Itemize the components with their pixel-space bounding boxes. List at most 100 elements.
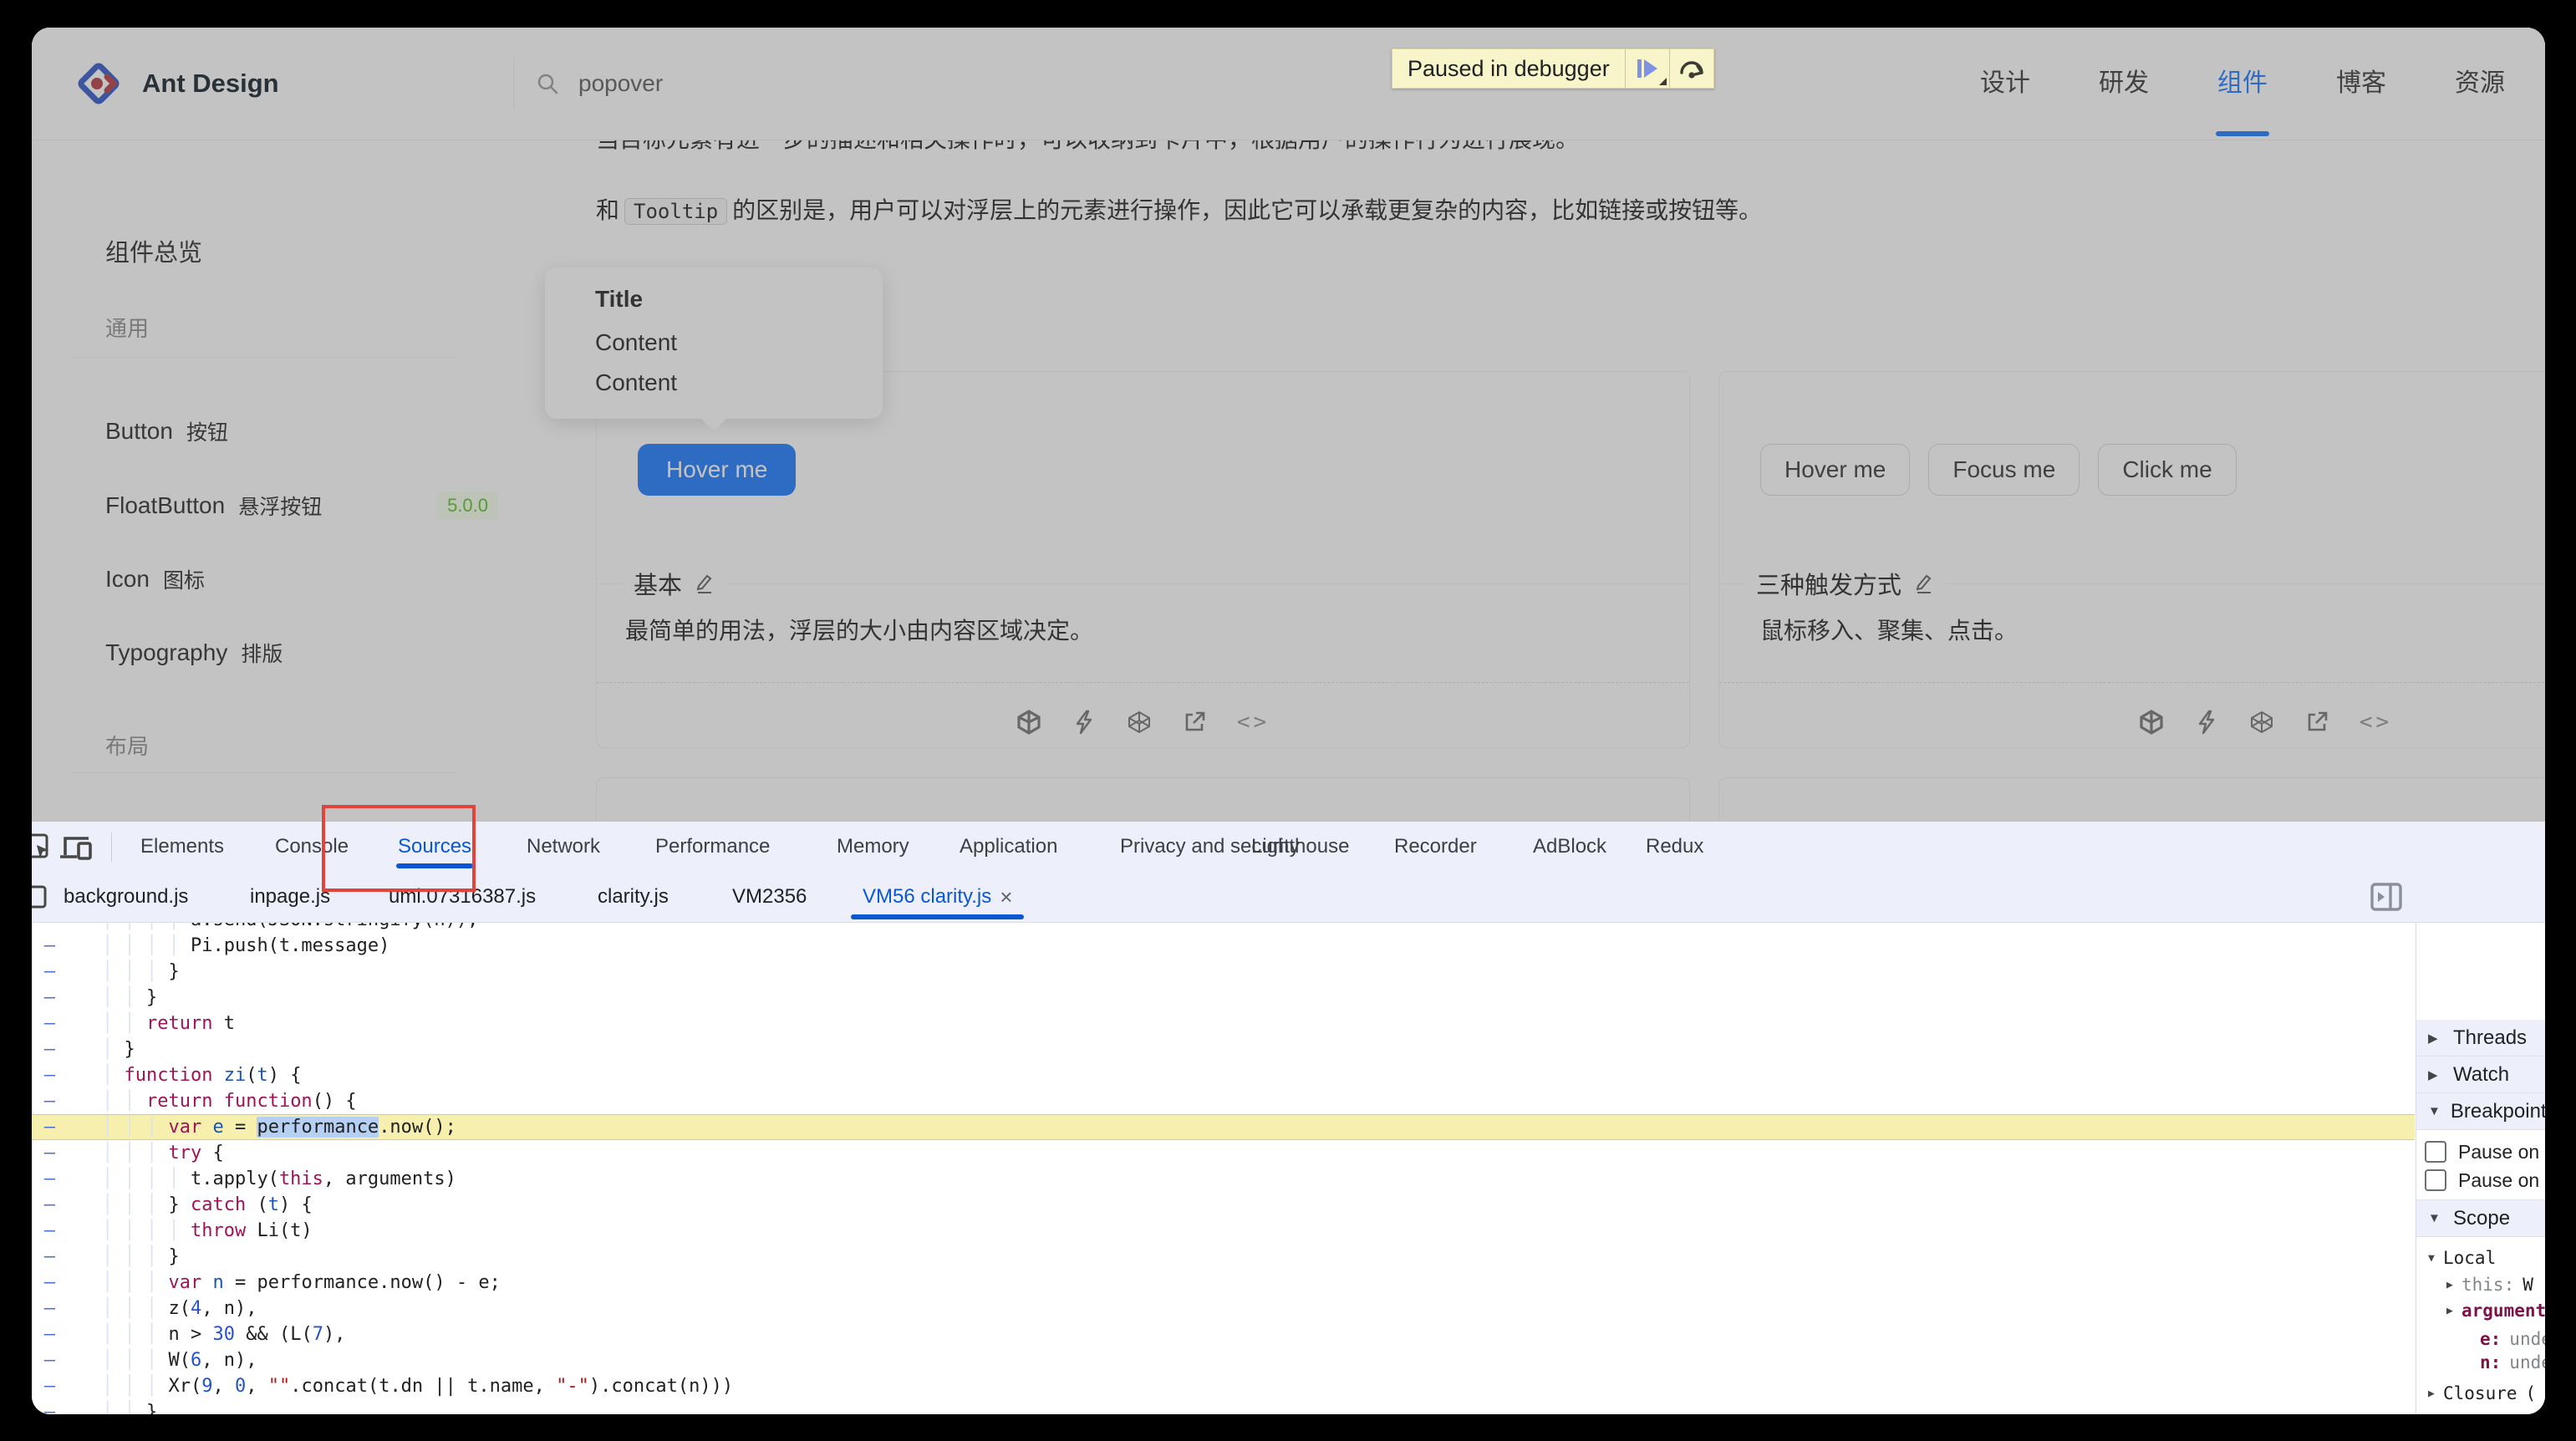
code-line[interactable]: –│ │ │ │ t.apply(this, arguments) [32,1166,2415,1192]
code-line[interactable]: – │ │ │ │ Pi.push(t.message) [32,933,2415,959]
breakpoint-gutter[interactable]: – [32,987,70,1008]
breakpoint-gutter[interactable]: – [32,1324,70,1345]
devtools-tab-adblock[interactable]: AdBlock [1533,822,1606,871]
breakpoint-gutter[interactable]: – [32,1220,70,1241]
source-code-editor[interactable]: –│ │ │ │ a.send(JSON.stringify(n)),–│ │ … [32,922,2415,1414]
code-line[interactable]: – │ │ return function() { [32,1088,2415,1114]
code-line[interactable]: –│ function zi(t) { [32,1062,2415,1088]
debugger-page-dim-overlay [32,28,2545,822]
code-line[interactable]: –│ │ │ n > 30 && (L(7), [32,1321,2415,1347]
scope-variable-value: W [2523,1275,2533,1295]
devtools-tab-performance[interactable]: Performance [655,822,770,871]
indent-guides: │ │ [102,1402,146,1414]
breakpoint-gutter[interactable]: – [32,1065,70,1086]
file-tab-1[interactable]: background.js [64,872,188,921]
resume-script-button[interactable] [1626,49,1669,88]
file-tab-5[interactable]: VM2356 [732,872,807,921]
scope-row-local[interactable]: ▼Local [2428,1245,2496,1271]
code-line[interactable]: –│ │ │ │ throw Li(t) [32,1218,2415,1244]
scope-variable-name: arguments [2461,1301,2545,1321]
inspect-element-icon[interactable] [32,833,52,862]
code-token: n > [168,1324,212,1345]
breakpoint-gutter[interactable]: – [32,1194,70,1215]
file-tab-4[interactable]: clarity.js [598,872,669,921]
code-line[interactable]: –│ │ } [32,985,2415,1011]
devtools-tab-elements[interactable]: Elements [140,822,224,871]
checkbox-unchecked[interactable] [2425,1141,2446,1163]
code-text: │ │ return function() { [102,1091,357,1112]
breakpoint-gutter[interactable]: – [32,1246,70,1267]
scope-row-arguments[interactable]: ▶arguments [2446,1297,2545,1324]
devtools-tab-redux[interactable]: Redux [1646,822,1703,871]
code-line[interactable]: –│ │ │ z(4, n), [32,1296,2415,1321]
pause-option-1[interactable]: Pause on uncaught exceptions [2425,1138,2545,1165]
scope-row-this[interactable]: ▶this:W [2446,1271,2533,1298]
breakpoint-gutter[interactable]: – [32,1117,70,1138]
code-text: │ │ │ │ Pi.push(t.message) [102,935,389,956]
code-token: this [279,1169,323,1189]
breakpoint-gutter[interactable]: – [32,1039,70,1060]
code-token: } [168,1194,191,1215]
file-tab-2[interactable]: inpage.js [250,872,330,921]
section-header-breakpoints[interactable]: ▼Breakpoints [2416,1093,2545,1130]
checkbox-unchecked[interactable] [2425,1169,2446,1191]
scope-row-closure[interactable]: ▶Closure( [2428,1380,2536,1407]
code-line[interactable]: –│ │ │ Xr(9, 0, "".concat(t.dn || t.name… [32,1373,2415,1399]
code-line[interactable]: –│ │ │ W(6, n), [32,1347,2415,1373]
scope-row-closure[interactable]: ▶Closure [2428,1409,2517,1414]
code-token: t [212,1013,235,1034]
breakpoint-gutter[interactable]: – [32,1402,70,1414]
file-tab-3[interactable]: umi.07316387.js [389,872,536,921]
code-token: 7 [313,1324,323,1345]
close-tab-icon[interactable]: × [1000,886,1012,908]
indent-guides: │ │ [102,987,146,1008]
code-line[interactable]: –│ │ │ try { [32,1140,2415,1166]
device-toolbar-icon[interactable] [59,832,95,863]
code-line[interactable]: –│ │ return t [32,1011,2415,1036]
indent-guides: │ │ │ │ [102,935,191,956]
code-token: 9 [201,1376,212,1397]
section-header-watch[interactable]: ▶Watch [2416,1057,2545,1093]
ant-design-docs-page: Ant Design popover 设计研发组件博客资源 组件总览 通用 Bu… [32,28,2545,822]
breakpoint-gutter[interactable]: – [32,1169,70,1189]
code-token [201,1117,212,1138]
breakpoint-gutter[interactable]: – [32,1376,70,1397]
navigator-panel-icon[interactable] [32,885,47,909]
code-text: │ │ } [102,1402,157,1414]
breakpoint-gutter[interactable]: – [32,1143,70,1163]
code-line[interactable]: –│ │ │ var n = performance.now() - e; [32,1270,2415,1296]
code-line[interactable]: –│ │ │ │ a.send(JSON.stringify(n)), [32,922,2415,933]
devtools-tab-lighthouse[interactable]: Lighthouse [1251,822,1349,871]
devtools-tab-console[interactable]: Console [275,822,349,871]
code-token: } [168,1246,179,1267]
devtools-tab-sources[interactable]: Sources [398,822,471,871]
devtools-tab-application[interactable]: Application [960,822,1057,871]
devtools-tab-network[interactable]: Network [527,822,600,871]
step-over-button[interactable] [1670,49,1713,88]
section-header-threads[interactable]: ▶Threads [2416,1020,2545,1057]
code-line[interactable]: –│ │ │ var e = performance.now(); [32,1114,2415,1140]
code-line[interactable]: – │ │ } [32,1399,2415,1414]
breakpoint-gutter[interactable]: – [32,961,70,982]
breakpoint-gutter[interactable]: – [32,922,70,930]
breakpoint-gutter[interactable]: – [32,1350,70,1371]
code-line[interactable]: –│ │ │ } [32,1244,2415,1270]
section-header-scope[interactable]: ▼Scope [2416,1200,2545,1237]
code-line[interactable]: –│ } [32,1036,2415,1062]
code-line[interactable]: –│ │ │ } [32,959,2415,985]
file-tab-6[interactable]: VM56 clarity.js× [863,872,1012,921]
devtools-tab-recorder[interactable]: Recorder [1394,822,1477,871]
breakpoint-gutter[interactable]: – [32,1091,70,1112]
chevron-right-icon: ▶ [2446,1305,2461,1317]
code-line[interactable]: –│ │ │ } catch (t) { [32,1192,2415,1218]
scope-row-n[interactable]: n:undefined [2465,1349,2545,1376]
pause-option-2[interactable]: Pause on caught exceptions [2425,1167,2545,1194]
breakpoint-gutter[interactable]: – [32,1013,70,1034]
breakpoint-gutter[interactable]: – [32,935,70,956]
breakpoint-gutter[interactable]: – [32,1272,70,1293]
indent-guides: │ │ │ [102,1194,168,1215]
breakpoint-gutter[interactable]: – [32,1298,70,1319]
code-token: = performance.now() - e; [224,1272,501,1293]
toggle-debugger-sidebar-icon[interactable] [2370,883,2402,911]
devtools-tab-memory[interactable]: Memory [837,822,909,871]
